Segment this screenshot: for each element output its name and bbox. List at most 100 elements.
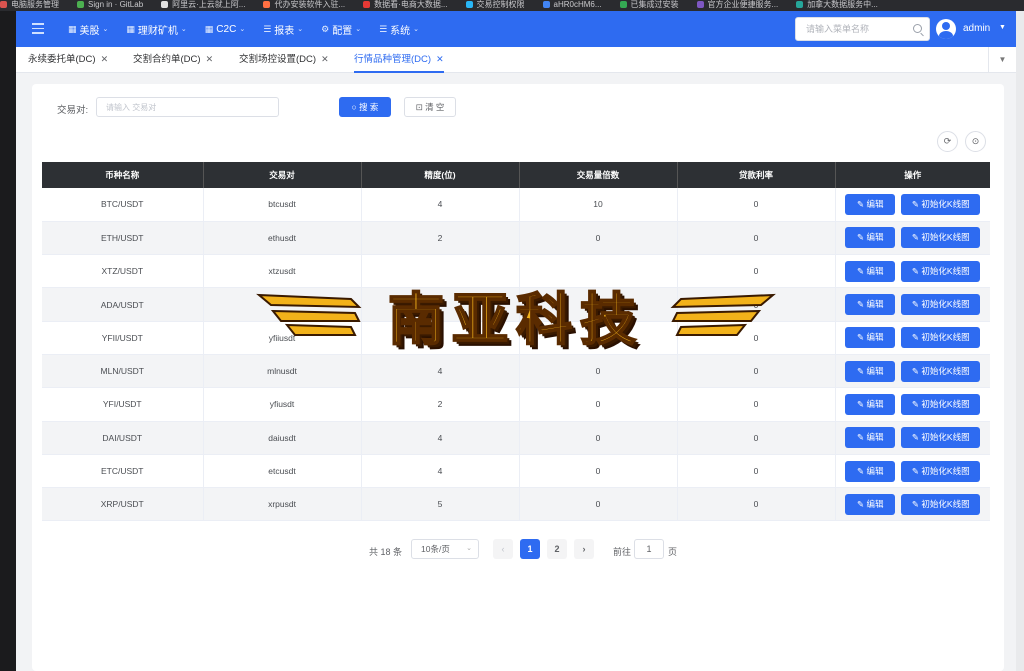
edit-button[interactable]: ✎ 编辑 [845,493,896,515]
page-size-select[interactable]: 10条/页 ⌄ [411,539,479,559]
table-body: BTC/USDT btcusdt 4 10 0 ✎ 编辑 ✎ 初始化K线图 ETH/USDT e… [42,188,990,522]
init-kline-button[interactable]: ✎ 初始化K线图 [901,260,981,282]
top-nav: ▦ 美股 ⌄ ▦ 理财矿机 ⌄ ▦ C2C ⌄ ☰ 报表 ⌄ ⚙ 配置 ⌄ ☰ 系统 ⌄ [68,11,437,47]
bookmark-item[interactable]: 官方企业便捷服务... [696,0,778,9]
table-cell: 0 [677,254,836,289]
tab-perpetual-orders[interactable]: 永续委托单(DC) ✕ [28,47,108,73]
username[interactable]: admin [963,23,990,34]
page-button-1[interactable]: 1 [520,539,540,559]
table-cell: BTC/USDT [42,188,204,222]
nav-c2c[interactable]: ▦ C2C ⌄ [205,11,245,47]
tabs-more-chevron-icon[interactable]: ▼ [988,47,1016,72]
table-row: YFI/USDT yfiusdt 2 0 0 ✎ 编辑 ✎ 初始化K线图 [42,387,990,422]
nav-label: C2C [216,23,237,35]
init-kline-button[interactable]: ✎ 初始化K线图 [901,360,981,382]
hamburger-icon[interactable] [32,23,44,34]
bookmark-item[interactable]: Sign in · GitLab [77,0,143,9]
bookmark-item[interactable]: 已集成过安装 [619,0,679,9]
bookmark-favicon-icon [542,1,550,8]
edit-button[interactable]: ✎ 编辑 [845,294,896,316]
edit-button[interactable]: ✎ 编辑 [845,327,896,349]
menu-search-input[interactable] [796,18,904,40]
reset-button-label: 清 空 [425,102,445,112]
trade-pair-field[interactable] [96,97,279,117]
goto-page-input[interactable]: 1 [634,539,664,559]
next-page-button[interactable]: › [574,539,594,559]
bookmark-item[interactable]: 阿里云·上云就上阿... [161,0,245,9]
bookmark-favicon-icon [696,1,704,8]
table-cell: 0 [677,287,836,322]
nav-us-stocks[interactable]: ▦ 美股 ⌄ [68,11,108,47]
nav-system[interactable]: ☰ 系统 ⌄ [379,11,419,47]
nav-config[interactable]: ⚙ 配置 ⌄ [321,11,361,47]
edit-button[interactable]: ✎ 编辑 [845,393,896,415]
trade-pair-input[interactable] [97,98,267,116]
actions-cell: ✎ 编辑 ✎ 初始化K线图 [835,354,990,389]
init-kline-button[interactable]: ✎ 初始化K线图 [901,493,981,515]
bookmark-favicon-icon [77,1,84,8]
search-icon[interactable] [913,24,922,33]
toggle-search-icon[interactable]: ⊙ [965,131,986,152]
edit-button[interactable]: ✎ 编辑 [845,227,896,249]
search-button[interactable]: ○ 搜 索 [339,97,391,117]
edit-button[interactable]: ✎ 编辑 [845,460,896,482]
init-kline-button[interactable]: ✎ 初始化K线图 [901,294,981,316]
table-cell: xtzusdt [203,254,362,289]
close-icon[interactable]: ✕ [321,54,329,64]
init-kline-button[interactable]: ✎ 初始化K线图 [901,427,981,449]
symbols-table: 币种名称 交易对 精度(位) 交易量倍数 贷款利率 操作 BTC/USDT btcusdt 4… [42,162,990,522]
table-cell [361,254,520,289]
bookmark-favicon-icon [161,1,169,8]
menu-search[interactable] [795,17,930,41]
column-header: 币种名称 [42,162,204,188]
table-cell: xrpusdt [203,487,362,522]
bookmark-item[interactable]: 电脑服务管理 [0,0,59,9]
bookmark-label: aHR0cHM6... [553,0,602,9]
table-cell: yfiusdt [203,387,362,422]
bookmark-item[interactable]: 加拿大数据服务中... [796,0,878,9]
close-icon[interactable]: ✕ [436,54,444,64]
nav-label: 配置 [332,25,353,37]
menu-icon: ☰ [263,23,272,34]
init-kline-button[interactable]: ✎ 初始化K线图 [901,327,981,349]
bookmark-item[interactable]: 代办安装软件入驻... [263,0,345,9]
nav-reports[interactable]: ☰ 报表 ⌄ [263,11,303,47]
table-row: XTZ/USDT xtzusdt 0 ✎ 编辑 ✎ 初始化K线图 [42,254,990,289]
admin-app: ▦美股⌄ ▦理财矿机⌄ ▦C2C⌄ ☰报表⌄ ⚙配置⌄ ☰系统⌄ admin ▼ 永续委托… [16,11,1016,671]
table-cell: 4 [361,188,520,222]
edit-button[interactable]: ✎ 编辑 [845,193,896,215]
bookmark-item[interactable]: 数据看·电商大数据... [363,0,448,9]
reset-button[interactable]: ⊡ 清 空 [404,97,456,117]
tab-label: 永续委托单(DC) [28,54,96,65]
close-icon[interactable]: ✕ [206,54,214,64]
init-kline-button[interactable]: ✎ 初始化K线图 [901,227,981,249]
page-button-2[interactable]: 2 [547,539,567,559]
init-kline-button[interactable]: ✎ 初始化K线图 [901,193,981,215]
close-icon[interactable]: ✕ [101,54,109,64]
bookmark-item[interactable]: 交易控制权限 [465,0,525,9]
init-kline-button[interactable]: ✎ 初始化K线图 [901,393,981,415]
bookmark-favicon-icon [619,1,627,8]
bookmark-favicon-icon [796,1,804,8]
tab-delivery-orders[interactable]: 交割合约单(DC) ✕ [133,47,213,73]
nav-wealth-mining[interactable]: ▦ 理财矿机 ⌄ [126,11,186,47]
scrollbar-track[interactable] [1016,11,1024,671]
bookmark-item[interactable]: aHR0cHM6... [542,0,602,9]
chevron-down-icon[interactable]: ▼ [999,24,1006,31]
tab-delivery-control[interactable]: 交割场控设置(DC) ✕ [239,47,329,73]
edit-button[interactable]: ✎ 编辑 [845,260,896,282]
table-cell: 0 [677,354,836,389]
actions-cell: ✎ 编辑 ✎ 初始化K线图 [835,221,990,256]
bookmark-label: 电脑服务管理 [11,0,59,9]
table-cell: 2 [361,221,520,256]
bookmark-label: 已集成过安装 [630,0,679,9]
avatar[interactable] [936,19,956,39]
init-kline-button[interactable]: ✎ 初始化K线图 [901,460,981,482]
table-header-row: 币种名称 交易对 精度(位) 交易量倍数 贷款利率 操作 [42,162,990,188]
prev-page-button[interactable]: ‹ [493,539,513,559]
edit-button[interactable]: ✎ 编辑 [845,427,896,449]
refresh-icon[interactable]: ⟳ [937,131,958,152]
pagination-total: 共 18 条 [369,547,403,557]
tab-market-symbols[interactable]: 行情品种管理(DC) ✕ [354,47,444,73]
edit-button[interactable]: ✎ 编辑 [845,360,896,382]
